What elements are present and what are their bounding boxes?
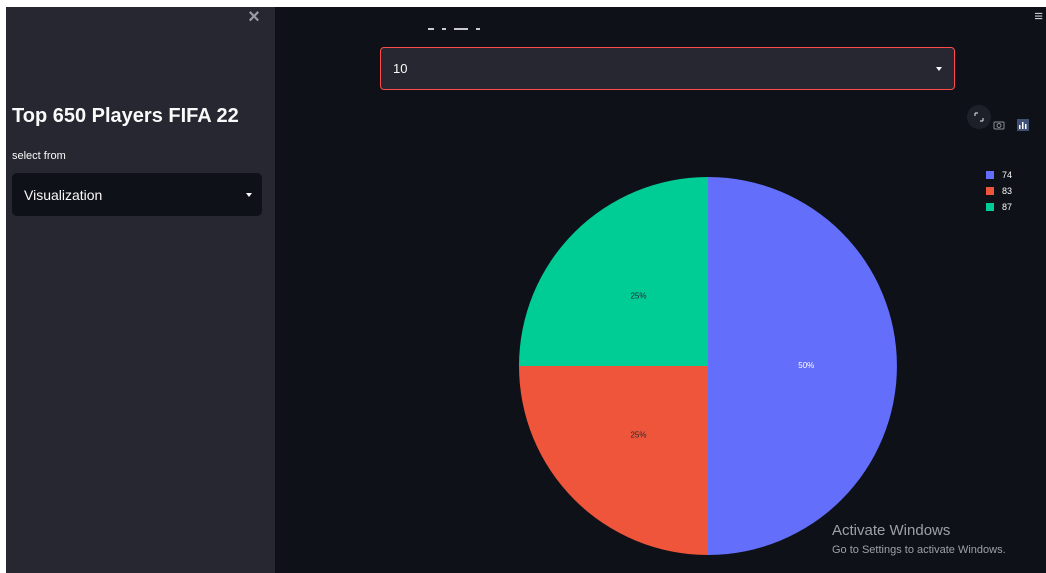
pie-slice-label: 50%: [798, 361, 814, 370]
close-sidebar-icon[interactable]: ×: [246, 7, 262, 27]
pie-slice-label: 25%: [630, 292, 646, 301]
legend-swatch: [986, 187, 994, 195]
select-label: select from: [12, 150, 66, 162]
legend-swatch: [986, 171, 994, 179]
main-content: ≡ 10 74 83 87 50% 25% 25%: [275, 7, 1046, 573]
sidebar-title: Top 650 Players FIFA 22: [12, 105, 239, 127]
clipped-select-label: [428, 28, 563, 33]
legend-item[interactable]: 87: [986, 201, 1012, 213]
legend-item[interactable]: 74: [986, 169, 1012, 181]
count-select[interactable]: 10: [380, 47, 955, 90]
legend-label: 74: [1002, 170, 1013, 180]
legend-label: 87: [1002, 202, 1013, 212]
hamburger-menu-icon[interactable]: ≡: [1034, 9, 1043, 24]
pie-slice-83[interactable]: [519, 366, 708, 555]
camera-icon[interactable]: [993, 119, 1005, 131]
activate-windows-subtitle: Go to Settings to activate Windows.: [832, 544, 1006, 556]
visualization-select[interactable]: Visualization: [12, 173, 262, 216]
count-select-value: 10: [393, 61, 408, 76]
caret-down-icon: [936, 67, 942, 71]
pie-chart: 50% 25% 25%: [519, 177, 897, 555]
caret-down-icon: [246, 193, 252, 197]
pie-slice-87[interactable]: [519, 177, 708, 366]
app-window: × Top 650 Players FIFA 22 select from Vi…: [6, 7, 1046, 573]
fullscreen-icon[interactable]: [967, 105, 991, 129]
sidebar: × Top 650 Players FIFA 22 select from Vi…: [6, 7, 275, 573]
chart-legend: 74 83 87: [986, 169, 1012, 217]
plotly-logo-icon[interactable]: [1017, 119, 1029, 131]
legend-item[interactable]: 83: [986, 185, 1012, 197]
legend-label: 83: [1002, 186, 1013, 196]
select-value: Visualization: [24, 187, 103, 203]
legend-swatch: [986, 203, 994, 211]
pie-slice-label: 25%: [630, 431, 646, 440]
activate-windows-title: Activate Windows: [832, 522, 951, 539]
